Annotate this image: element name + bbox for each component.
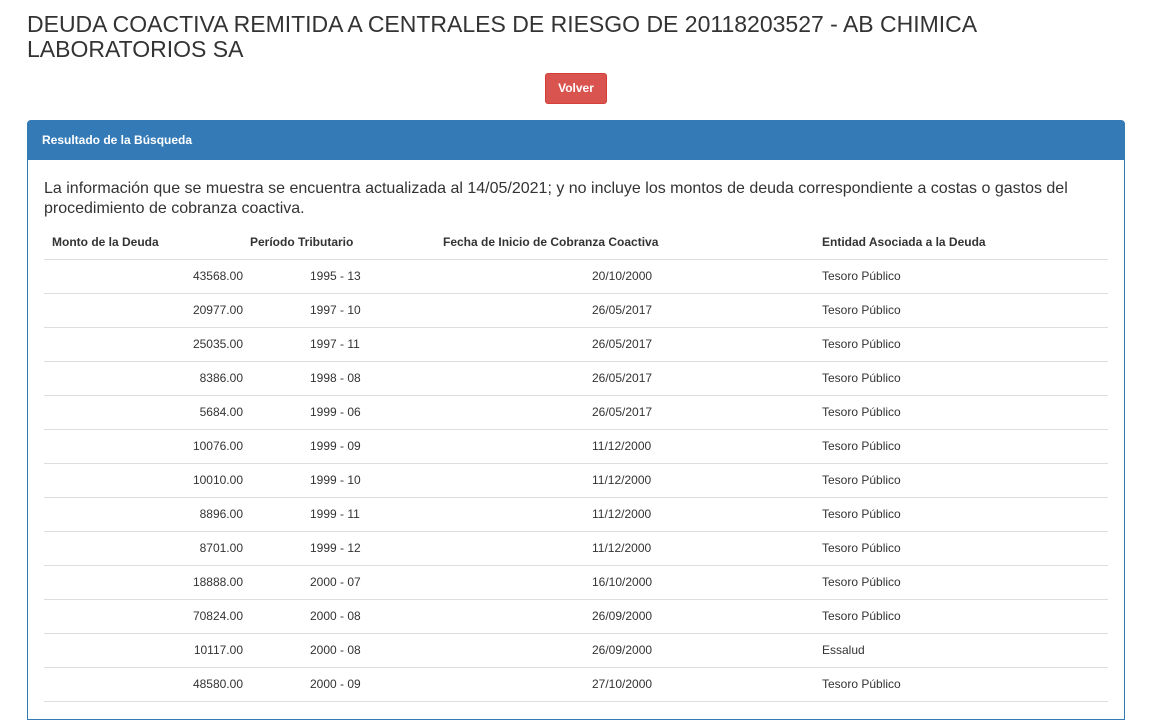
page-title: DEUDA COACTIVA REMITIDA A CENTRALES DE R… bbox=[27, 11, 976, 62]
amount-value: 18888.00 bbox=[192, 575, 243, 589]
cell-amount: 25035.00 bbox=[44, 327, 243, 362]
table-row: 25035.00 1997 - 11 26/05/2017 Tesoro Públic… bbox=[44, 327, 1108, 362]
cell-entity: Tesoro Público bbox=[821, 463, 1108, 498]
cell-start-date: 26/09/2000 bbox=[423, 633, 821, 668]
cell-start-date: 27/10/2000 bbox=[423, 667, 821, 702]
amount-value: 10076.00 bbox=[192, 439, 243, 453]
results-panel: Resultado de la Búsqueda La información … bbox=[27, 120, 1125, 720]
cell-entity: Tesoro Público bbox=[821, 293, 1108, 328]
cell-start-date: 20/10/2000 bbox=[423, 259, 821, 294]
cell-entity: Tesoro Público bbox=[821, 429, 1108, 464]
cell-start-date: 26/05/2017 bbox=[423, 395, 821, 430]
amount-value: 8701.00 bbox=[199, 541, 243, 555]
panel-body: La información que se muestra se encuent… bbox=[28, 179, 1124, 702]
cell-period: 1998 - 08 bbox=[243, 361, 423, 396]
cell-amount: 43568.00 bbox=[44, 259, 243, 294]
column-header-period: Período Tributario bbox=[243, 226, 423, 260]
info-notice: La información que se muestra se encuent… bbox=[44, 180, 1068, 217]
amount-value: 43568.00 bbox=[192, 269, 243, 283]
cell-amount: 48580.00 bbox=[44, 667, 243, 702]
column-header-start-date: Fecha de Inicio de Cobranza Coactiva bbox=[423, 226, 821, 260]
cell-period: 1999 - 09 bbox=[243, 429, 423, 464]
cell-entity: Tesoro Público bbox=[821, 667, 1108, 702]
cell-amount: 20977.00 bbox=[44, 293, 243, 328]
table-row: 43568.00 1995 - 13 20/10/2000 Tesoro Públic… bbox=[44, 259, 1108, 294]
table-row: 10117.00 2000 - 08 26/09/2000 Essalud bbox=[44, 633, 1108, 668]
cell-entity: Essalud bbox=[821, 633, 1108, 668]
cell-period: 2000 - 07 bbox=[243, 565, 423, 600]
cell-period: 1999 - 06 bbox=[243, 395, 423, 430]
table-body: 43568.00 1995 - 13 20/10/2000 Tesoro Públic… bbox=[44, 259, 1108, 702]
column-header-entity: Entidad Asociada a la Deuda bbox=[821, 226, 1108, 260]
table-row: 20977.00 1997 - 10 26/05/2017 Tesoro Públic… bbox=[44, 293, 1108, 328]
amount-value: 8896.00 bbox=[199, 507, 243, 521]
table-row: 10010.00 1999 - 10 11/12/2000 Tesoro Públic… bbox=[44, 463, 1108, 498]
table-row: 70824.00 2000 - 08 26/09/2000 Tesoro Públic… bbox=[44, 599, 1108, 634]
table-row: 8701.00 1999 - 12 11/12/2000 Tesoro Público bbox=[44, 531, 1108, 566]
cell-period: 2000 - 09 bbox=[243, 667, 423, 702]
cell-period: 1995 - 13 bbox=[243, 259, 423, 294]
cell-amount: 10010.00 bbox=[44, 463, 243, 498]
amount-value: 10117.00 bbox=[193, 643, 243, 657]
back-button[interactable]: Volver bbox=[545, 73, 607, 104]
cell-start-date: 16/10/2000 bbox=[423, 565, 821, 600]
cell-period: 2000 - 08 bbox=[243, 633, 423, 668]
cell-amount: 8386.00 bbox=[44, 361, 243, 396]
cell-start-date: 26/09/2000 bbox=[423, 599, 821, 634]
amount-value: 10010.00 bbox=[192, 473, 243, 487]
cell-amount: 70824.00 bbox=[44, 599, 243, 634]
table-row: 8896.00 1999 - 11 11/12/2000 Tesoro Público bbox=[44, 497, 1108, 532]
cell-entity: Tesoro Público bbox=[821, 259, 1108, 294]
cell-period: 1999 - 10 bbox=[243, 463, 423, 498]
cell-period: 1999 - 12 bbox=[243, 531, 423, 566]
cell-entity: Tesoro Público bbox=[821, 395, 1108, 430]
cell-period: 1999 - 11 bbox=[243, 497, 423, 532]
amount-value: 70824.00 bbox=[192, 609, 243, 623]
cell-amount: 8701.00 bbox=[44, 531, 243, 566]
cell-start-date: 11/12/2000 bbox=[423, 463, 821, 498]
cell-amount: 8896.00 bbox=[44, 497, 243, 532]
cell-start-date: 26/05/2017 bbox=[423, 293, 821, 328]
table-row: 48580.00 2000 - 09 27/10/2000 Tesoro Públic… bbox=[44, 667, 1108, 702]
cell-amount: 18888.00 bbox=[44, 565, 243, 600]
cell-amount: 10117.00 bbox=[44, 633, 243, 668]
cell-entity: Tesoro Público bbox=[821, 327, 1108, 362]
cell-amount: 10076.00 bbox=[44, 429, 243, 464]
debt-table: Monto de la Deuda Período Tributario Fec… bbox=[44, 226, 1108, 702]
table-row: 8386.00 1998 - 08 26/05/2017 Tesoro Público bbox=[44, 361, 1108, 396]
table-row: 5684.00 1999 - 06 26/05/2017 Tesoro Público bbox=[44, 395, 1108, 430]
cell-entity: Tesoro Público bbox=[821, 531, 1108, 566]
amount-value: 25035.00 bbox=[192, 337, 243, 351]
cell-entity: Tesoro Público bbox=[821, 599, 1108, 634]
cell-amount: 5684.00 bbox=[44, 395, 243, 430]
panel-heading: Resultado de la Búsqueda bbox=[28, 121, 1124, 160]
amount-value: 48580.00 bbox=[192, 677, 243, 691]
table-header-row: Monto de la Deuda Período Tributario Fec… bbox=[44, 226, 1108, 260]
cell-entity: Tesoro Público bbox=[821, 565, 1108, 600]
amount-value: 20977.00 bbox=[192, 303, 243, 317]
cell-entity: Tesoro Público bbox=[821, 361, 1108, 396]
cell-start-date: 11/12/2000 bbox=[423, 531, 821, 566]
cell-period: 1997 - 11 bbox=[243, 327, 423, 362]
cell-entity: Tesoro Público bbox=[821, 497, 1108, 532]
cell-start-date: 26/05/2017 bbox=[423, 327, 821, 362]
cell-period: 1997 - 10 bbox=[243, 293, 423, 328]
amount-value: 8386.00 bbox=[199, 371, 243, 385]
table-row: 18888.00 2000 - 07 16/10/2000 Tesoro Públic… bbox=[44, 565, 1108, 600]
cell-start-date: 26/05/2017 bbox=[423, 361, 821, 396]
cell-start-date: 11/12/2000 bbox=[423, 429, 821, 464]
column-header-amount: Monto de la Deuda bbox=[44, 226, 243, 260]
cell-period: 2000 - 08 bbox=[243, 599, 423, 634]
amount-value: 5684.00 bbox=[199, 405, 243, 419]
table-row: 10076.00 1999 - 09 11/12/2000 Tesoro Públic… bbox=[44, 429, 1108, 464]
cell-start-date: 11/12/2000 bbox=[423, 497, 821, 532]
